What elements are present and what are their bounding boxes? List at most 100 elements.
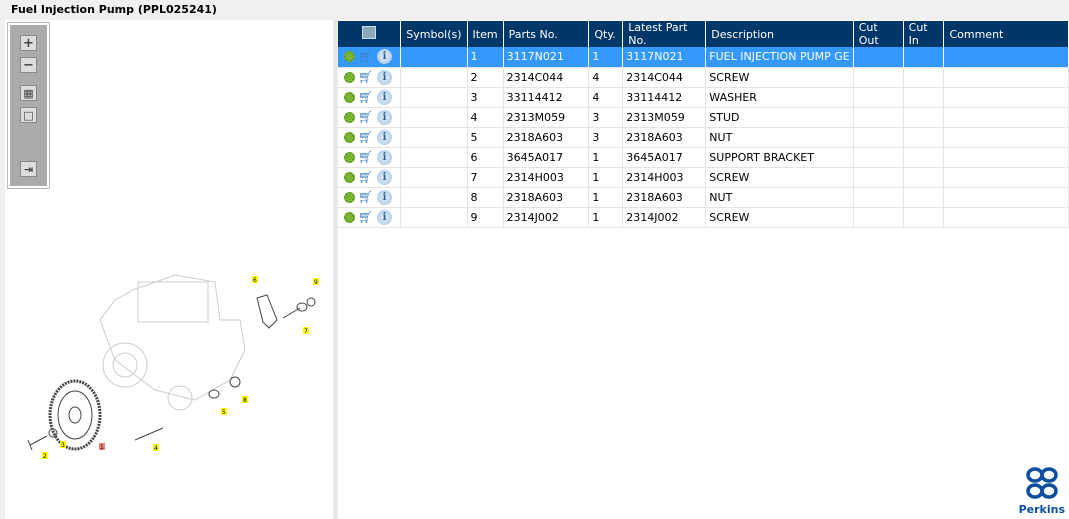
cart-icon[interactable]: 🛒︎ (358, 91, 374, 103)
cell-qty: 3 (588, 107, 624, 128)
cell-comment (943, 107, 1069, 128)
column-header[interactable]: Cut Out (853, 21, 904, 47)
gear-icon[interactable] (344, 71, 355, 83)
cell-desc: SUPPORT BRACKET (705, 147, 854, 168)
gear-icon[interactable] (344, 131, 355, 143)
table-row[interactable]: 🛒︎ i 3 33114412 4 33114412 WASHER (338, 87, 1069, 108)
cell-cutin (903, 127, 945, 148)
cell-qty: 1 (588, 147, 624, 168)
zoom-in-button[interactable]: + (20, 35, 37, 51)
info-icon[interactable]: i (377, 149, 392, 165)
cell-symbols (400, 67, 468, 88)
callout-8[interactable]: 8 (243, 397, 247, 404)
gear-icon[interactable] (344, 91, 355, 103)
cell-qty: 1 (588, 207, 624, 228)
callout-3[interactable]: 3 (61, 442, 65, 449)
column-header[interactable]: Parts No. (503, 21, 590, 47)
info-icon[interactable]: i (377, 129, 392, 145)
table-row[interactable]: 🛒︎ i 5 2318A603 3 2318A603 NUT (338, 127, 1069, 148)
cell-desc: SCREW (705, 167, 854, 188)
cell-item: 6 (467, 147, 504, 168)
perkins-logo-icon (1026, 467, 1058, 499)
cart-icon[interactable]: 🛒︎ (358, 171, 374, 183)
cell-cutin (903, 87, 945, 108)
cell-cutout (853, 47, 904, 68)
gear-icon[interactable] (344, 151, 355, 163)
cell-item: 4 (467, 107, 504, 128)
cell-qty: 3 (588, 127, 624, 148)
cell-symbols (400, 107, 468, 128)
table-row[interactable]: 🛒︎ i 2 2314C044 4 2314C044 SCREW (338, 67, 1069, 88)
info-icon[interactable]: i (377, 189, 392, 205)
gear-icon[interactable] (344, 51, 355, 63)
diagram-toolbar: + − ▦ □ ⇥ (7, 22, 50, 189)
cell-item: 7 (467, 167, 504, 188)
callout-4[interactable]: 4 (154, 445, 158, 452)
cell-part: 2314H003 (503, 167, 590, 188)
cell-cutout (853, 147, 904, 168)
callout-6[interactable]: 6 (253, 277, 257, 284)
table-row[interactable]: 🛒︎ i 4 2313M059 3 2313M059 STUD (338, 107, 1069, 128)
cell-cutin (903, 147, 945, 168)
table-row[interactable]: 🛒︎ i 6 3645A017 1 3645A017 SUPPORT BRACKET (338, 147, 1069, 168)
search-icon[interactable] (362, 26, 377, 39)
cell-desc: NUT (705, 127, 854, 148)
callout-7[interactable]: 7 (304, 328, 308, 335)
cart-icon[interactable]: 🛒︎ (358, 211, 374, 223)
info-icon[interactable]: i (377, 169, 392, 185)
info-icon[interactable]: i (377, 209, 392, 225)
column-header[interactable]: Qty. (588, 21, 624, 47)
cart-icon[interactable]: 🛒︎ (358, 71, 374, 83)
callout-1[interactable]: 1 (100, 444, 104, 451)
fit-view-button[interactable]: ▦ (20, 85, 37, 101)
panel-splitter[interactable] (334, 20, 337, 519)
cell-qty: 4 (588, 87, 624, 108)
table-row[interactable]: 🛒︎ i 8 2318A603 1 2318A603 NUT (338, 187, 1069, 208)
cell-latest: 2318A603 (622, 187, 707, 208)
callout-9[interactable]: 9 (314, 279, 318, 286)
cell-latest: 3117N021 (622, 47, 707, 68)
cart-icon[interactable]: 🛒︎ (358, 131, 374, 143)
table-row[interactable]: 🛒︎ i 9 2314J002 1 2314J002 SCREW (338, 207, 1069, 228)
column-header[interactable]: Comment (943, 21, 1069, 47)
gear-icon[interactable] (344, 191, 355, 203)
actual-size-button[interactable]: □ (20, 107, 37, 123)
cell-symbols (400, 127, 468, 148)
cell-latest: 2318A603 (622, 127, 707, 148)
cell-qty: 1 (588, 167, 624, 188)
cell-item: 5 (467, 127, 504, 148)
column-header[interactable]: Description (705, 21, 854, 47)
cart-icon[interactable]: 🛒︎ (358, 111, 374, 123)
cart-icon[interactable]: 🛒︎ (358, 191, 374, 203)
cell-cutout (853, 87, 904, 108)
column-header[interactable]: Symbol(s) (400, 21, 468, 47)
table-row[interactable]: 🛒︎ i 7 2314H003 1 2314H003 SCREW (338, 167, 1069, 188)
page-title: Fuel Injection Pump (PPL025241) (11, 3, 217, 16)
info-icon[interactable]: i (377, 109, 392, 125)
cart-icon[interactable]: 🛒︎ (358, 51, 374, 63)
callout-2[interactable]: 2 (43, 453, 47, 460)
row-actions: 🛒︎ i (338, 87, 402, 108)
cell-comment (943, 87, 1069, 108)
search-parts-header[interactable] (338, 21, 402, 47)
cell-item: 8 (467, 187, 504, 208)
info-icon[interactable]: i (377, 49, 392, 65)
table-row[interactable]: 🛒︎ i 1 3117N021 1 3117N021 FUEL INJECTION PUMP… (338, 47, 1069, 68)
info-icon[interactable]: i (377, 89, 392, 105)
gear-icon[interactable] (344, 211, 355, 223)
gear-icon[interactable] (344, 171, 355, 183)
cart-icon[interactable]: 🛒︎ (358, 151, 374, 163)
callout-5[interactable]: 5 (222, 409, 226, 416)
cell-cutin (903, 107, 945, 128)
diagram-panel[interactable]: 1 2 3 4 5 6 7 8 9 (5, 20, 333, 519)
cell-item: 1 (467, 47, 504, 68)
zoom-out-button[interactable]: − (20, 57, 37, 73)
column-header[interactable]: Cut In (903, 21, 945, 47)
column-header[interactable]: Item (467, 21, 504, 47)
column-header[interactable]: Latest Part No. (622, 21, 707, 47)
cell-comment (943, 67, 1069, 88)
exploded-diagram[interactable]: 1 2 3 4 5 6 7 8 9 (5, 20, 333, 519)
info-icon[interactable]: i (377, 69, 392, 85)
gear-icon[interactable] (344, 111, 355, 123)
export-button[interactable]: ⇥ (20, 161, 37, 177)
